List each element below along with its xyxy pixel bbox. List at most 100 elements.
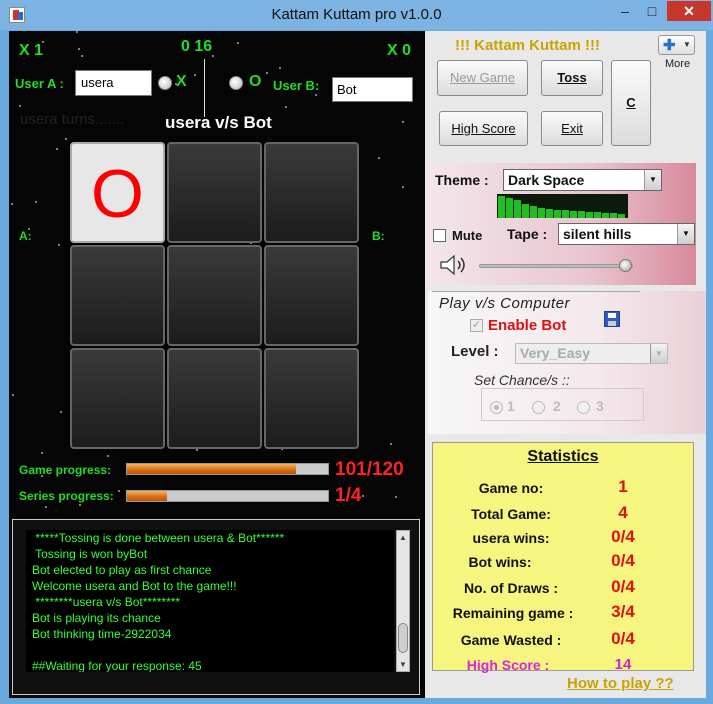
game-log-panel: *****Tossing is done between usera & Bot… [12,519,420,695]
score-center: 0 16 [181,38,213,55]
stat-game-no-label: Game no: [478,480,544,496]
equalizer-bar [498,196,505,218]
board-cell-1[interactable]: O [70,142,165,243]
mute-checkbox[interactable] [433,229,446,242]
how-to-play-link[interactable]: How to play ?? [567,675,674,692]
log-line: *****Tossing is done between usera & Bot… [32,531,285,545]
star-dot [79,504,81,506]
enable-bot-checkbox[interactable]: ✓ [470,319,483,332]
more-button[interactable]: ✚ ▼ [658,35,695,55]
chance-label-3: 3 [596,398,604,414]
scroll-up-icon[interactable]: ▲ [397,531,409,544]
stat-usera-wins-value: 0/4 [611,527,635,546]
chance-radio-3[interactable] [577,401,590,414]
star-dot [60,411,62,413]
board-cell-7[interactable] [70,348,165,449]
chance-radio-2[interactable] [532,401,545,414]
theme-select-value: Dark Space [508,172,585,188]
maximize-button[interactable]: □ [639,1,665,21]
game-panel: X 1 0 16 X 0 User A : usera X O User B: … [9,31,425,698]
high-score-button[interactable]: High Score [439,111,528,146]
user-a-input[interactable]: usera [75,70,152,96]
symbol-o-label: O [249,73,262,90]
equalizer-bar [562,210,569,218]
scroll-thumb[interactable] [398,623,408,653]
equalizer-bar [546,209,553,218]
user-a-label: User A : [15,76,64,91]
board-cell-9[interactable] [264,348,359,449]
symbol-x-radio[interactable] [158,76,172,90]
chance-radio-1[interactable] [490,401,503,414]
stat-remaining-label: Remaining game : [452,605,574,621]
chances-group: 1 2 3 [481,388,644,421]
toss-button[interactable]: Toss [541,60,603,96]
theme-select[interactable]: Dark Space ▼ [503,169,662,191]
window-title: Kattam Kuttam pro v1.0.0 [271,6,442,23]
save-icon[interactable] [604,311,620,327]
side-b-label: B: [372,229,385,243]
star-dot [35,201,37,203]
dropdown-arrow-icon: ▼ [683,40,691,49]
stat-draws-value: 0/4 [611,577,635,596]
new-game-button[interactable]: New Game [437,60,528,96]
board-cell-2[interactable] [167,142,262,243]
user-b-input[interactable]: Bot [332,77,413,102]
level-select[interactable]: Very_Easy ▼ [515,343,668,364]
star-dot [212,55,214,57]
board-cell-6[interactable] [264,245,359,346]
board-cell-4[interactable] [70,245,165,346]
board-cell-3[interactable] [264,142,359,243]
star-dot [41,452,43,454]
chance-label-1: 1 [507,398,515,414]
star-dot [76,31,78,33]
chevron-down-icon[interactable]: ▼ [677,224,694,244]
symbol-x-label: X [176,73,187,90]
board-cell-5[interactable] [167,245,262,346]
star-dot [81,55,83,57]
game-progress-bar [126,463,329,475]
star-dot [56,148,58,150]
user-b-label: User B: [273,78,320,93]
scroll-down-icon[interactable]: ▼ [397,658,409,671]
tape-select[interactable]: silent hills ▼ [558,223,695,245]
star-dot [362,495,364,497]
volume-slider-knob[interactable] [619,259,633,272]
minimize-button[interactable]: – [612,1,638,21]
symbol-o-radio[interactable] [229,76,243,90]
board-cell-8[interactable] [167,348,262,449]
divider [204,59,205,117]
game-progress-fill [127,464,297,474]
game-log[interactable]: *****Tossing is done between usera & Bot… [26,530,394,672]
star-dot [237,42,239,44]
equalizer-bar [570,211,577,218]
exit-button[interactable]: Exit [541,111,603,146]
equalizer-visual [497,194,628,218]
equalizer-bar [594,212,601,218]
log-line: ##Waiting for your response: 45 [32,659,202,672]
series-progress-bar [126,490,329,502]
volume-slider-track[interactable] [479,264,633,268]
chevron-down-icon[interactable]: ▼ [650,344,667,363]
app-heading: !!! Kattam Kuttam !!! [455,37,600,54]
series-progress-value: 1/4 [335,485,362,506]
log-line: ********usera v/s Bot******** [32,595,181,609]
stat-remaining-value: 3/4 [611,602,635,621]
equalizer-bar [578,211,585,218]
close-button[interactable]: ✕ [667,1,711,21]
series-progress-fill [127,491,168,501]
log-scrollbar[interactable]: ▲ ▼ [396,530,410,672]
star-dot [395,496,397,498]
star-dot [279,67,281,69]
clear-button[interactable]: C [611,60,651,146]
star-dot [390,443,392,445]
speaker-icon[interactable] [439,254,469,276]
board-mark: O [91,156,144,232]
game-progress-value: 101/120 [335,459,404,480]
stat-high-score-value: 14 [614,656,632,673]
stat-high-score-label: High Score : [466,657,550,673]
star-dot [118,490,120,492]
star-dot [107,455,109,457]
score-user-b: X 0 [387,42,412,59]
chevron-down-icon[interactable]: ▼ [644,170,661,190]
